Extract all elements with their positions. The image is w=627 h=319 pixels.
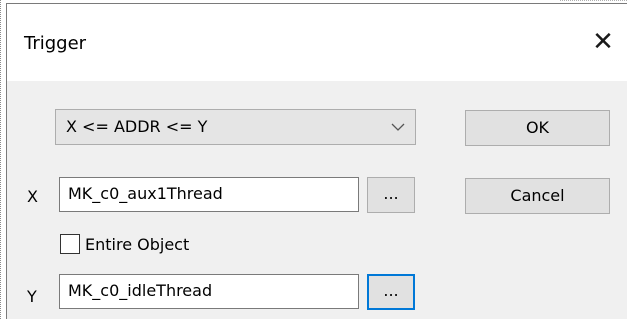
y-browse-button[interactable]: ... xyxy=(367,274,415,310)
chevron-down-icon xyxy=(391,123,405,131)
background-window-edge xyxy=(0,0,2,319)
dialog-title: Trigger xyxy=(24,33,87,54)
close-button[interactable]: ✕ xyxy=(585,24,621,60)
condition-select-value: X <= ADDR <= Y xyxy=(66,117,208,136)
y-address-field[interactable]: MK_c0_idleThread xyxy=(59,274,359,309)
ok-button[interactable]: OK xyxy=(465,110,610,146)
condition-select[interactable]: X <= ADDR <= Y xyxy=(55,109,416,145)
x-browse-button[interactable]: ... xyxy=(367,177,415,213)
title-bar: Trigger ✕ xyxy=(7,4,627,81)
y-label: Y xyxy=(27,287,37,306)
trigger-dialog: Trigger ✕ X <= ADDR <= Y OK X MK_c0_aux1… xyxy=(6,3,627,319)
x-label: X xyxy=(27,187,38,206)
screen: Trigger ✕ X <= ADDR <= Y OK X MK_c0_aux1… xyxy=(0,0,627,319)
close-icon: ✕ xyxy=(592,27,614,57)
x-address-field[interactable]: MK_c0_aux1Thread xyxy=(59,177,359,212)
cancel-button[interactable]: Cancel xyxy=(465,178,610,214)
entire-object-checkbox[interactable] xyxy=(60,234,80,254)
entire-object-label[interactable]: Entire Object xyxy=(85,235,189,254)
